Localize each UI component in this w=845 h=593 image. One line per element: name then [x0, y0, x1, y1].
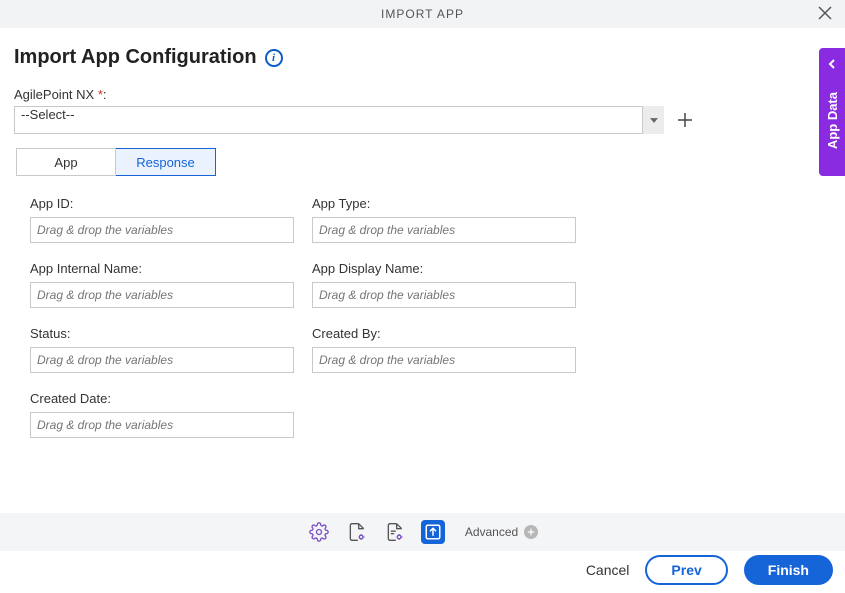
agilepoint-colon: :: [103, 87, 107, 102]
footer-toolbar: Advanced: [0, 513, 845, 551]
agilepoint-label: AgilePoint NX *:: [14, 87, 831, 102]
label-app-display: App Display Name:: [312, 261, 576, 276]
input-app-internal[interactable]: [30, 282, 294, 308]
chevron-left-icon: [827, 56, 837, 74]
info-icon[interactable]: i: [265, 49, 283, 67]
file-settings-button-2[interactable]: [383, 520, 407, 544]
input-created-date[interactable]: [30, 412, 294, 438]
add-button[interactable]: [676, 111, 694, 129]
plus-icon: [677, 112, 693, 128]
advanced-label: Advanced: [465, 525, 518, 539]
file-settings-button-1[interactable]: [345, 520, 369, 544]
label-created-date: Created Date:: [30, 391, 294, 406]
input-created-by[interactable]: [312, 347, 576, 373]
finish-button[interactable]: Finish: [744, 555, 833, 585]
side-panel-label: App Data: [825, 92, 840, 149]
settings-button[interactable]: [307, 520, 331, 544]
label-status: Status:: [30, 326, 294, 341]
action-buttons: Cancel Prev Finish: [586, 555, 833, 585]
response-form: App ID: App Type: App Internal Name: App…: [30, 196, 831, 438]
agilepoint-select[interactable]: --Select--: [14, 106, 664, 134]
tab-response[interactable]: Response: [116, 148, 216, 176]
tabs: App Response: [16, 148, 831, 176]
input-app-display[interactable]: [312, 282, 576, 308]
agilepoint-select-value: --Select--: [14, 106, 664, 134]
input-status[interactable]: [30, 347, 294, 373]
gear-icon: [309, 522, 329, 542]
file-list-gear-icon: [385, 522, 405, 542]
plus-circle-icon: [524, 525, 538, 539]
agilepoint-label-text: AgilePoint NX: [14, 87, 98, 102]
advanced-toggle[interactable]: Advanced: [465, 525, 538, 539]
close-button[interactable]: [815, 3, 835, 23]
dialog-title: IMPORT APP: [381, 7, 464, 21]
cancel-button[interactable]: Cancel: [586, 562, 630, 578]
input-app-type[interactable]: [312, 217, 576, 243]
dialog-header: IMPORT APP: [0, 0, 845, 28]
prev-button[interactable]: Prev: [645, 555, 727, 585]
upload-icon: [424, 523, 442, 541]
page-title-row: Import App Configuration i: [14, 46, 831, 69]
page-title: Import App Configuration: [14, 46, 257, 69]
label-app-internal: App Internal Name:: [30, 261, 294, 276]
tab-app[interactable]: App: [16, 148, 116, 176]
side-panel-app-data[interactable]: App Data: [819, 48, 845, 176]
label-app-id: App ID:: [30, 196, 294, 211]
input-app-id[interactable]: [30, 217, 294, 243]
upload-button[interactable]: [421, 520, 445, 544]
file-gear-icon: [347, 522, 367, 542]
close-icon: [818, 6, 832, 20]
label-app-type: App Type:: [312, 196, 576, 211]
label-created-by: Created By:: [312, 326, 576, 341]
